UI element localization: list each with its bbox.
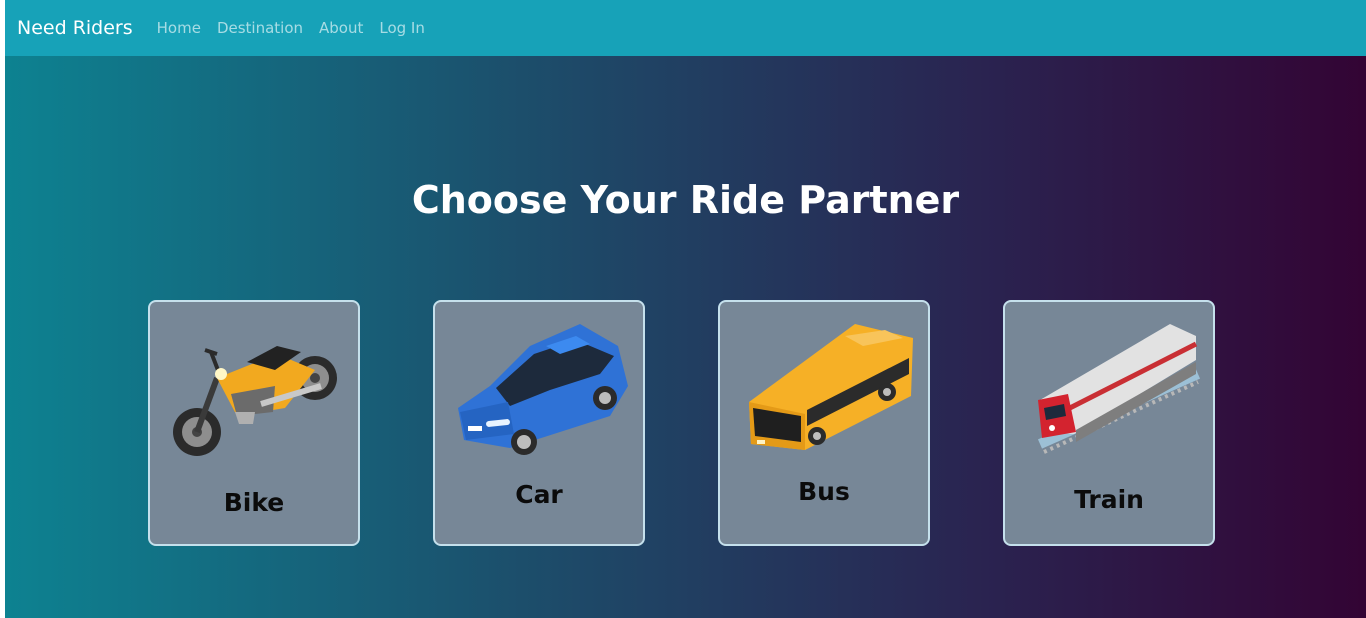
nav-link-home[interactable]: Home — [157, 19, 201, 37]
ride-card-car[interactable]: Car — [433, 300, 645, 546]
ride-card-train[interactable]: Train — [1003, 300, 1215, 546]
motorbike-icon — [173, 346, 337, 456]
nav-link-destination[interactable]: Destination — [217, 19, 303, 37]
ride-card-bike[interactable]: Bike — [148, 300, 360, 546]
ride-card-label: Bus — [798, 477, 850, 506]
brand-logo[interactable]: Need Riders — [17, 17, 133, 39]
bus-icon — [749, 324, 913, 450]
nav-link-login[interactable]: Log In — [379, 19, 425, 37]
page-background: Need Riders Home Destination About Log I… — [5, 0, 1366, 618]
ride-card-label: Train — [1074, 485, 1144, 514]
nav-link-about[interactable]: About — [319, 19, 363, 37]
ride-card-label: Bike — [223, 488, 285, 517]
navbar: Need Riders Home Destination About Log I… — [5, 0, 1366, 56]
car-icon — [458, 324, 628, 455]
ride-card-bus[interactable]: Bus — [718, 300, 930, 546]
ride-card-label: Car — [515, 480, 563, 509]
train-icon — [1037, 324, 1200, 454]
page-title: Choose Your Ride Partner — [411, 178, 960, 222]
